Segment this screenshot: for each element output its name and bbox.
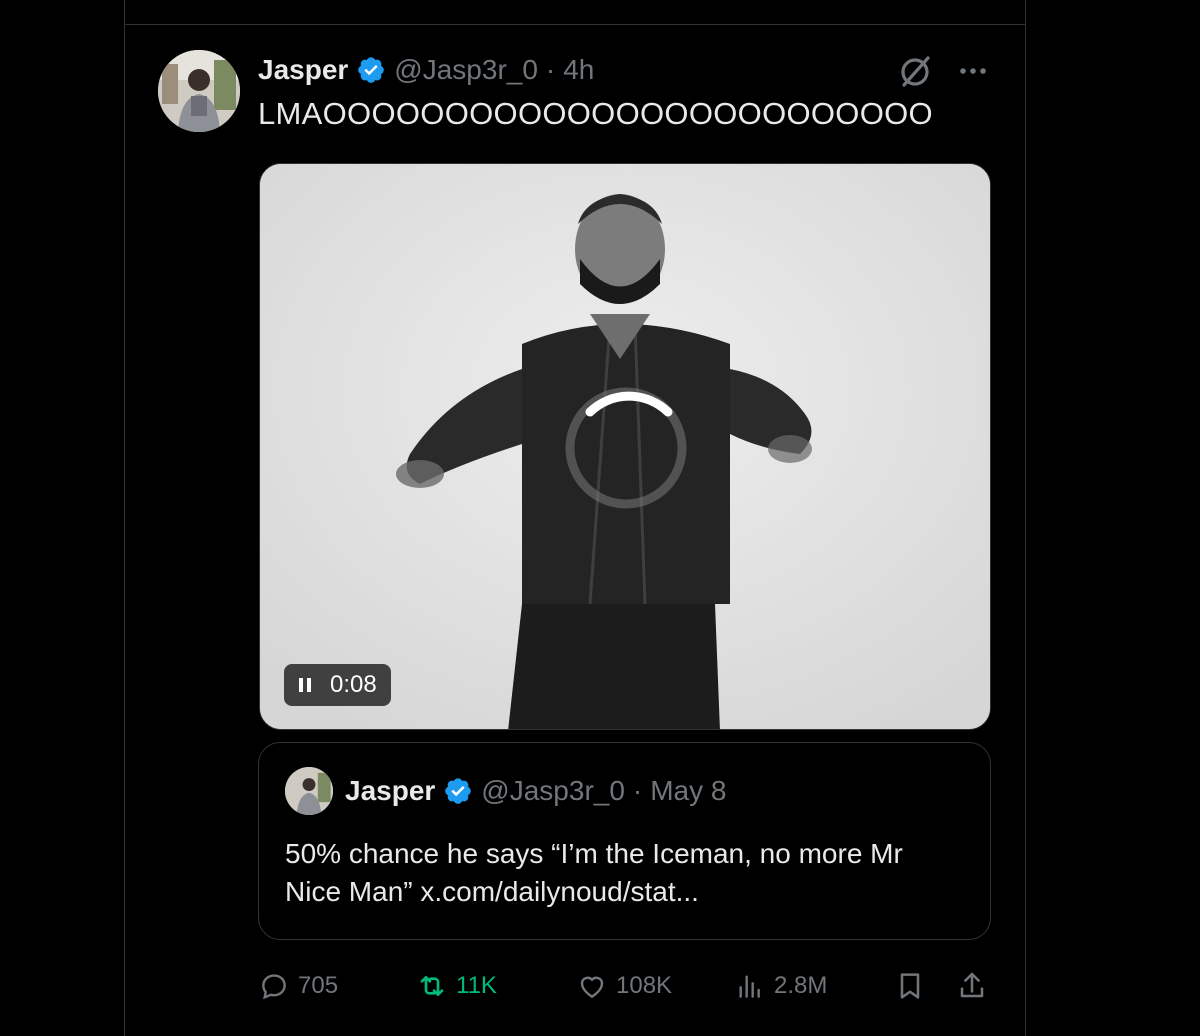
author-avatar[interactable]: [158, 50, 240, 132]
video-time-badge[interactable]: 0:08: [284, 664, 391, 706]
views-count: 2.8M: [774, 972, 828, 999]
header-icons: [896, 52, 990, 90]
more-icon[interactable]: [956, 54, 990, 88]
repost-icon: [420, 976, 444, 996]
verified-badge-icon: [445, 778, 472, 804]
separator-dot: ·: [545, 54, 556, 85]
verified-badge-icon: [358, 57, 385, 83]
pause-icon[interactable]: [298, 677, 312, 693]
quote-author-name: Jasper: [345, 775, 436, 806]
quote-text: 50% chance he says “I’m the Iceman, no m…: [285, 838, 903, 907]
author-handle[interactable]: @Jasp3r_0: [394, 54, 538, 86]
reply-icon: [262, 974, 286, 1000]
quote-author-avatar: [285, 767, 333, 815]
like-button[interactable]: 108K: [576, 964, 672, 1008]
like-icon: [580, 976, 604, 999]
loading-spinner-icon: [565, 387, 687, 509]
divider: [124, 24, 1026, 25]
bookmark-icon: [900, 973, 920, 999]
video-player[interactable]: 0:08: [259, 163, 991, 730]
like-count: 108K: [616, 972, 673, 999]
repost-button[interactable]: 11K: [416, 964, 497, 1008]
quote-author-handle: @Jasp3r_0: [481, 775, 625, 806]
tweet-text: LMAOOOOOOOOOOOOOOOOOOOOOOOOO: [258, 96, 933, 131]
action-bar: 705 11K 108K 2.8M: [258, 964, 993, 1008]
quoted-tweet[interactable]: Jasper @Jasp3r_0 · May 8 50% chance he s…: [258, 742, 991, 940]
reply-button[interactable]: 705: [258, 964, 338, 1008]
tweet-header: Jasper @Jasp3r_0 · 4h: [258, 50, 594, 90]
views-icon: [739, 975, 760, 998]
author-name[interactable]: Jasper: [258, 54, 348, 86]
tweet-timestamp[interactable]: 4h: [563, 54, 594, 86]
share-button[interactable]: [956, 964, 988, 1008]
separator-dot: ·: [632, 775, 643, 806]
views-button[interactable]: 2.8M: [734, 964, 827, 1008]
video-timestamp: 0:08: [330, 671, 377, 698]
quote-header: Jasper @Jasp3r_0 · May 8: [285, 767, 726, 815]
grok-icon[interactable]: [896, 52, 934, 90]
quote-timestamp: May 8: [650, 775, 727, 806]
share-icon: [960, 972, 984, 998]
repost-count: 11K: [456, 972, 497, 999]
bookmark-button[interactable]: [894, 964, 926, 1008]
reply-count: 705: [298, 972, 339, 999]
